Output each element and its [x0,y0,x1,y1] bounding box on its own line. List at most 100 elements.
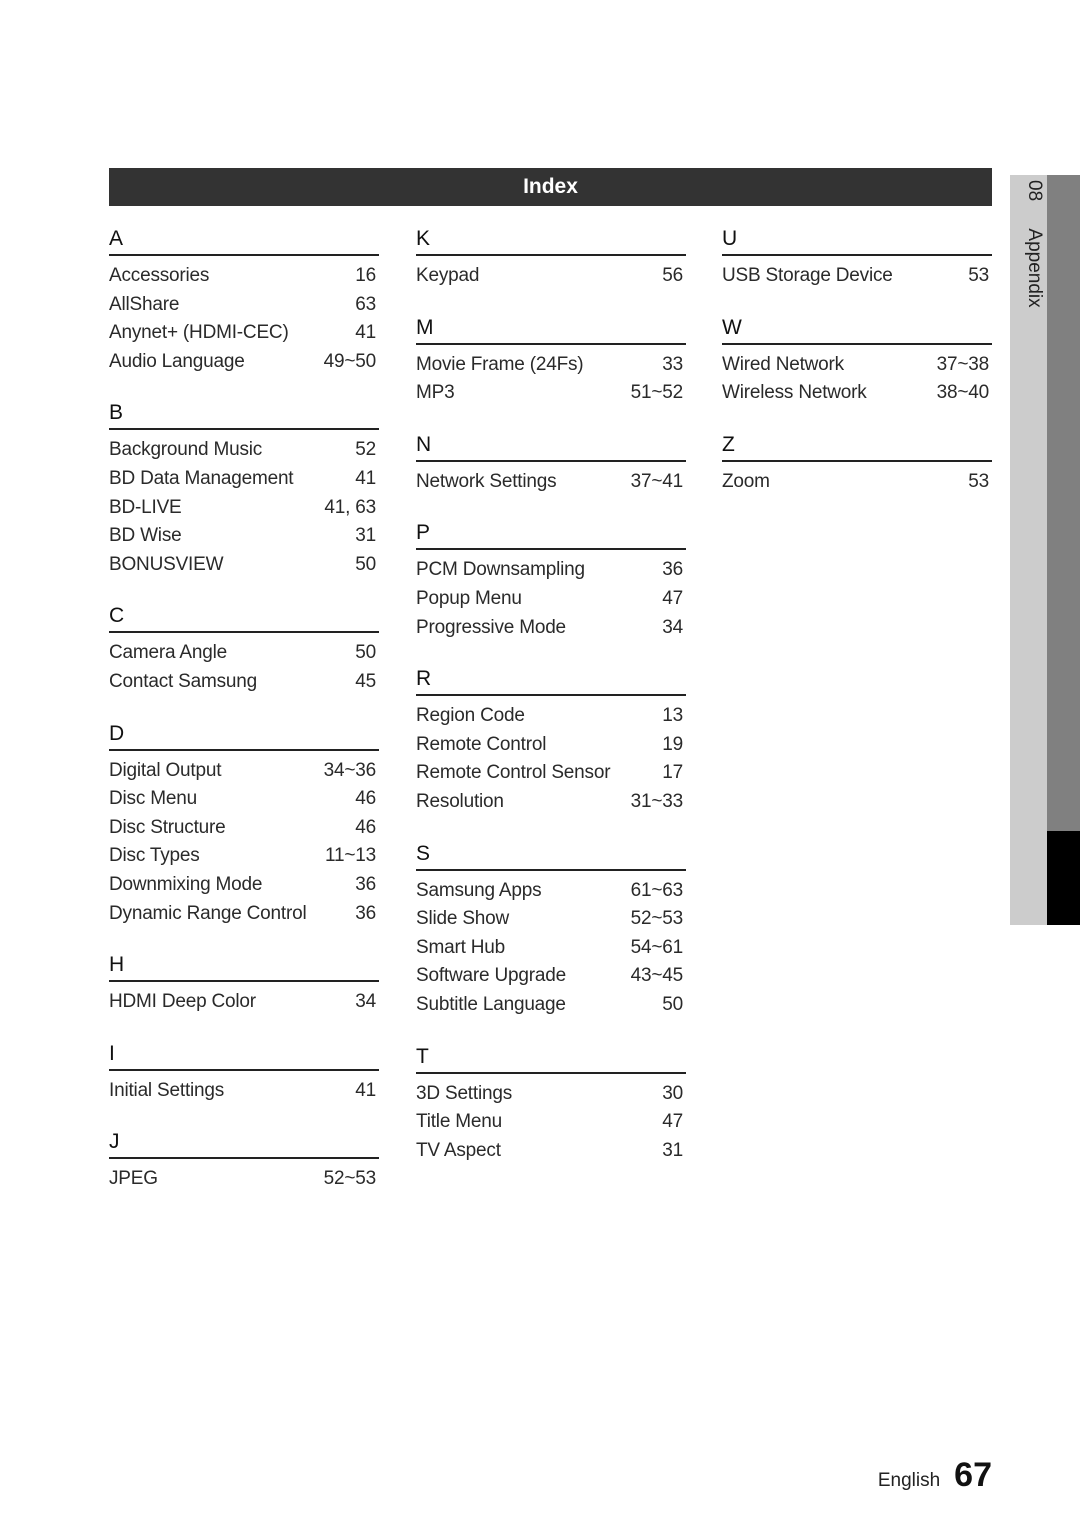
index-entry: Digital Output 34~36 [109,757,379,786]
entry-pages: 43~45 [630,965,684,987]
entry-pages: 34~36 [323,759,377,781]
entry-term: BD-LIVE [109,496,182,518]
entry-term: Digital Output [109,759,222,781]
section-divider [109,748,379,751]
index-section: R Region Code 13 Remote Control 19 Remote Con… [416,664,686,816]
entry-pages: 36 [355,873,376,895]
entry-pages: 33 [662,353,683,375]
index-section: P PCM Downsampling 36 Popup Menu 47 Progressi… [416,518,686,642]
index-section: T 3D Settings 30 Title Menu 47 TV Aspect 31 [416,1042,686,1166]
section-letter: I [109,1041,115,1065]
entry-pages: 41 [355,1079,376,1101]
page-footer: English 67 [878,1456,992,1495]
index-section: C Camera Angle 50 Contact Samsung 45 [109,601,379,696]
entry-term: Subtitle Language [416,993,566,1015]
index-entry: Dynamic Range Control 36 [109,900,379,929]
index-section: K Keypad 56 [416,224,686,291]
section-divider [416,548,686,551]
index-entry: Downmixing Mode 36 [109,871,379,900]
chapter-tab-marker-gray [1047,175,1080,831]
chapter-label: 08 Appendix [1013,180,1045,380]
index-entry: Samsung Apps 61~63 [416,877,686,906]
section-divider [109,1068,379,1071]
chapter-number: 08 [1024,180,1045,202]
section-letter: D [109,721,125,745]
section-letter: C [109,604,125,628]
section-letter: M [416,315,434,339]
entry-pages: 31 [355,525,376,547]
index-title-bar: Index [109,168,992,206]
index-column-2: K Keypad 56 M Movie Frame (24Fs) 33 MP3 51~52 N N… [416,224,686,1187]
entry-term: Remote Control [416,733,547,755]
index-entry: Resolution 31~33 [416,788,686,817]
index-entry: Title Menu 47 [416,1108,686,1137]
entry-pages: 52~53 [630,908,684,930]
index-entry: Remote Control Sensor 17 [416,759,686,788]
entry-pages: 50 [662,993,683,1015]
index-entry: Initial Settings 41 [109,1077,379,1106]
entry-pages: 61~63 [630,879,684,901]
entry-pages: 49~50 [323,350,377,372]
index-entry: BD-LIVE 41, 63 [109,494,379,523]
entry-pages: 17 [662,762,683,784]
entry-pages: 31~33 [630,790,684,812]
entry-pages: 37~41 [630,470,684,492]
entry-pages: 47 [662,1111,683,1133]
index-entry: Subtitle Language 50 [416,991,686,1020]
index-entry: Disc Types 11~13 [109,842,379,871]
entry-term: Background Music [109,439,263,461]
index-column-1: A Accessories 16 AllShare 63 Anynet+ (HDMI-CE… [109,224,379,1216]
section-letter: Z [722,432,735,456]
section-divider [416,342,686,345]
entry-term: AllShare [109,293,180,315]
index-entry: Wireless Network 38~40 [722,379,992,408]
entry-term: Zoom [722,470,770,492]
index-entry: Smart Hub 54~61 [416,934,686,963]
section-letter: U [722,227,738,250]
index-entry: 3D Settings 30 [416,1080,686,1109]
entry-term: Popup Menu [416,587,522,609]
section-divider [416,694,686,697]
index-section: N Network Settings 37~41 [416,430,686,497]
index-entry: Camera Angle 50 [109,639,379,668]
entry-pages: 52 [355,439,376,461]
entry-term: BD Data Management [109,467,294,489]
section-letter: S [416,841,431,865]
entry-pages: 50 [355,642,376,664]
chapter-name: Appendix [1024,228,1045,308]
entry-pages: 11~13 [325,845,376,867]
section-letter: H [109,953,125,977]
entry-term: 3D Settings [416,1082,513,1104]
index-entry: Audio Language 49~50 [109,348,379,377]
entry-term: Region Code [416,705,525,727]
section-divider [416,868,686,871]
entry-term: JPEG [109,1168,158,1190]
index-entry: Contact Samsung 45 [109,668,379,697]
section-divider [109,631,379,634]
entry-pages: 46 [355,788,376,810]
entry-term: Disc Types [109,845,200,867]
index-entry: USB Storage Device 53 [722,262,992,291]
index-section: J JPEG 52~53 [109,1127,379,1194]
section-letter: K [416,227,431,250]
entry-pages: 50 [355,553,376,575]
index-entry: Anynet+ (HDMI-CEC) 41 [109,319,379,348]
entry-term: TV Aspect [416,1139,501,1161]
index-entry: BD Data Management 41 [109,465,379,494]
index-section: W Wired Network 37~38 Wireless Network 38~40 [722,313,992,408]
entry-term: Dynamic Range Control [109,902,307,924]
chapter-tab-marker-active [1047,831,1080,925]
entry-pages: 16 [355,265,376,286]
index-section: H HDMI Deep Color 34 [109,950,379,1017]
entry-term: Network Settings [416,470,557,492]
entry-term: USB Storage Device [722,265,893,286]
entry-pages: 53 [968,470,989,492]
index-section: B Background Music 52 BD Data Management 41 B… [109,398,379,579]
entry-term: Wireless Network [722,382,867,404]
entry-pages: 41 [355,322,376,344]
index-entry: Disc Structure 46 [109,814,379,843]
index-entry: Background Music 52 [109,436,379,465]
entry-term: PCM Downsampling [416,559,585,581]
index-section: M Movie Frame (24Fs) 33 MP3 51~52 [416,313,686,408]
entry-term: Smart Hub [416,936,506,958]
